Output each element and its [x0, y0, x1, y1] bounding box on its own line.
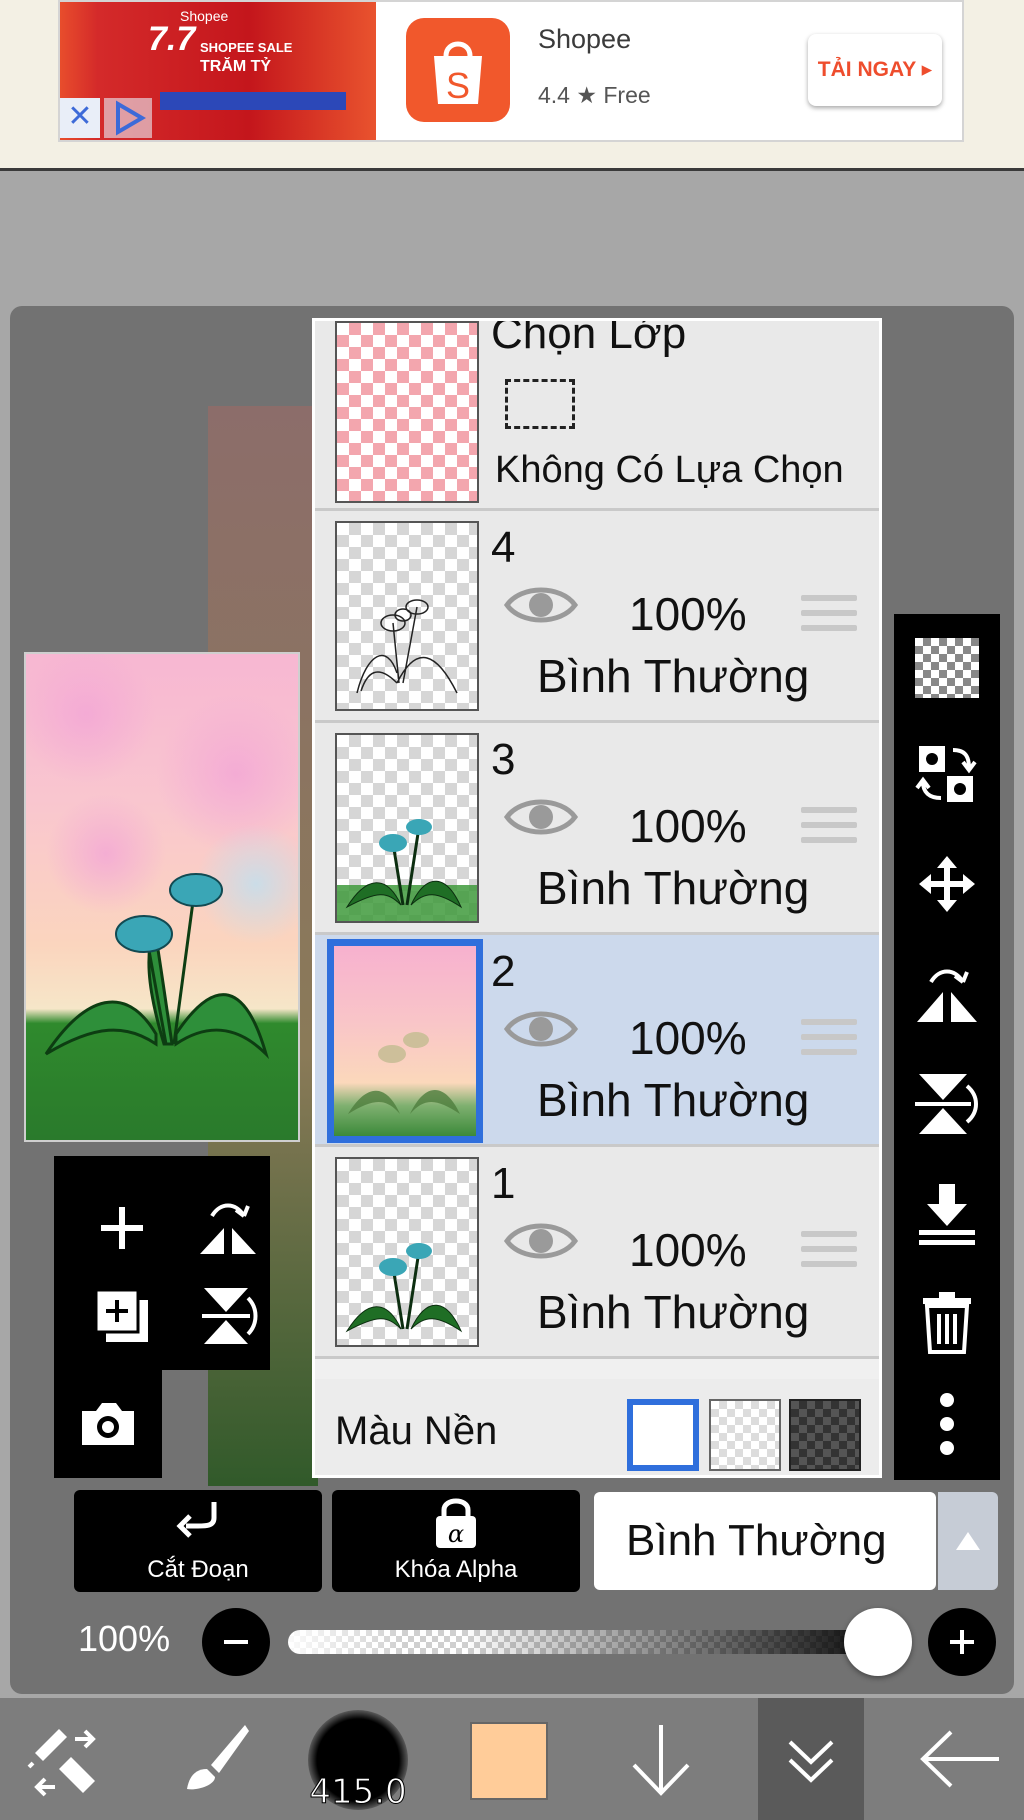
selection-status: Không Có Lựa Chọn	[495, 449, 844, 491]
opacity-slider[interactable]	[288, 1630, 878, 1654]
ad-banner-line1: SHOPEE SALE	[200, 40, 293, 55]
eye-icon[interactable]	[503, 1215, 579, 1272]
camera-icon[interactable]	[68, 1384, 148, 1464]
opacity-decrease-button[interactable]	[202, 1608, 270, 1676]
blend-mode-value: Bình Thường	[626, 1516, 887, 1565]
shopee-logo-icon[interactable]: S	[406, 18, 510, 122]
layer-row[interactable]: 3 100% Bình Thường	[315, 723, 879, 935]
flip-v-small-icon[interactable]	[188, 1276, 268, 1356]
opacity-slider-knob[interactable]	[844, 1608, 912, 1676]
layer-number: 2	[491, 947, 516, 996]
background-color-row: Màu Nền	[315, 1379, 879, 1475]
drag-handle-icon[interactable]	[801, 595, 857, 640]
brush-size-value: 415.0	[309, 1772, 407, 1813]
eye-icon[interactable]	[503, 579, 579, 636]
flip-vertical-icon[interactable]	[907, 1064, 987, 1144]
layers-tab[interactable]	[758, 1698, 864, 1820]
svg-text:S: S	[446, 65, 470, 106]
drag-handle-icon[interactable]	[801, 1231, 857, 1276]
trash-icon[interactable]	[907, 1282, 987, 1362]
flip-h-small-icon[interactable]	[188, 1188, 268, 1268]
move-icon[interactable]	[907, 844, 987, 924]
clipping-button[interactable]: Cắt Đoạn	[74, 1490, 322, 1592]
ad-banner-big: 7.7	[148, 20, 196, 58]
duplicate-layer-icon[interactable]	[82, 1276, 162, 1356]
layer-blend-mode: Bình Thường	[537, 862, 810, 914]
layer-opacity: 100%	[629, 588, 747, 640]
more-icon[interactable]	[907, 1384, 987, 1464]
layer-row-selected[interactable]: 2 100% Bình Thường	[315, 935, 879, 1147]
ad-app-name: Shopee	[538, 24, 632, 54]
drag-handle-icon[interactable]	[801, 807, 857, 852]
alpha-lock-label: Khóa Alpha	[394, 1556, 518, 1583]
flip-horizontal-icon[interactable]	[907, 954, 987, 1034]
opacity-increase-button[interactable]	[928, 1608, 996, 1676]
layer-blend-mode: Bình Thường	[537, 1286, 810, 1338]
layer-panel: Chọn Lớp Không Có Lựa Chọn 4 100% Bình T…	[312, 318, 882, 1478]
alpha-lock-button[interactable]: α Khóa Alpha	[332, 1490, 580, 1592]
checker-icon[interactable]	[907, 628, 987, 708]
brush-tool-icon[interactable]	[158, 1698, 268, 1820]
ad-banner-strip	[160, 92, 346, 110]
layer-thumbnail	[327, 939, 483, 1143]
select-tool-icon[interactable]	[10, 1698, 120, 1820]
color-swatch[interactable]	[470, 1722, 548, 1800]
layer-swap-icon[interactable]	[907, 734, 987, 814]
bg-white-swatch[interactable]	[627, 1399, 699, 1471]
bg-dark-swatch[interactable]	[789, 1399, 861, 1471]
selection-thumbnail	[335, 321, 479, 503]
clipping-icon	[176, 1502, 217, 1538]
layer-thumbnail	[335, 733, 479, 923]
eye-icon[interactable]	[503, 1003, 579, 1060]
layer-opacity: 100%	[629, 1224, 747, 1276]
blend-mode-select[interactable]: Bình Thường	[594, 1492, 936, 1590]
canvas-preview[interactable]	[24, 652, 300, 1142]
ad-install-button[interactable]: TẢI NGAY ▸	[808, 34, 942, 106]
clipping-label: Cắt Đoạn	[147, 1556, 249, 1583]
background-color-label: Màu Nền	[335, 1409, 498, 1453]
back-icon[interactable]	[900, 1698, 1020, 1820]
selection-marquee-icon	[505, 379, 575, 429]
eye-icon[interactable]	[503, 791, 579, 848]
ad-close-icon[interactable]: ✕	[60, 98, 100, 138]
layer-thumbnail	[335, 521, 479, 711]
layer-row[interactable]: 1 100% Bình Thường	[315, 1147, 879, 1359]
opacity-label: 100%	[78, 1618, 171, 1659]
selection-title: Chọn Lớp	[491, 318, 687, 358]
lock-icon: α	[436, 1498, 476, 1548]
selection-layer-row[interactable]: Chọn Lớp Không Có Lựa Chọn	[315, 321, 879, 511]
layers-icon	[788, 1740, 834, 1783]
add-layer-icon[interactable]	[82, 1188, 162, 1268]
layer-blend-mode: Bình Thường	[537, 650, 810, 702]
layer-thumbnail	[335, 1157, 479, 1347]
down-arrow-icon[interactable]	[608, 1698, 714, 1820]
ad-banner-line2: TRĂM TỶ	[200, 58, 272, 75]
layer-number: 3	[491, 735, 516, 784]
layer-tools-panel	[54, 1156, 270, 1370]
blend-mode-dropdown-icon[interactable]	[938, 1492, 998, 1590]
layer-opacity: 100%	[629, 800, 747, 852]
svg-text:α: α	[448, 1520, 464, 1548]
bg-transparent-swatch[interactable]	[709, 1399, 781, 1471]
ad-rating: 4.4 ★ Free	[538, 82, 651, 108]
layer-number: 1	[491, 1159, 516, 1208]
layer-number: 4	[491, 523, 516, 572]
drag-handle-icon[interactable]	[801, 1019, 857, 1064]
camera-panel	[54, 1370, 162, 1478]
layer-opacity: 100%	[629, 1012, 747, 1064]
merge-down-icon[interactable]	[907, 1174, 987, 1254]
bottom-toolbar: 415.0	[0, 1698, 1024, 1820]
layer-blend-mode: Bình Thường	[537, 1074, 810, 1126]
right-toolbar	[894, 614, 1000, 1480]
layer-row[interactable]: 4 100% Bình Thường	[315, 511, 879, 723]
ad-choices-icon[interactable]	[104, 98, 152, 138]
